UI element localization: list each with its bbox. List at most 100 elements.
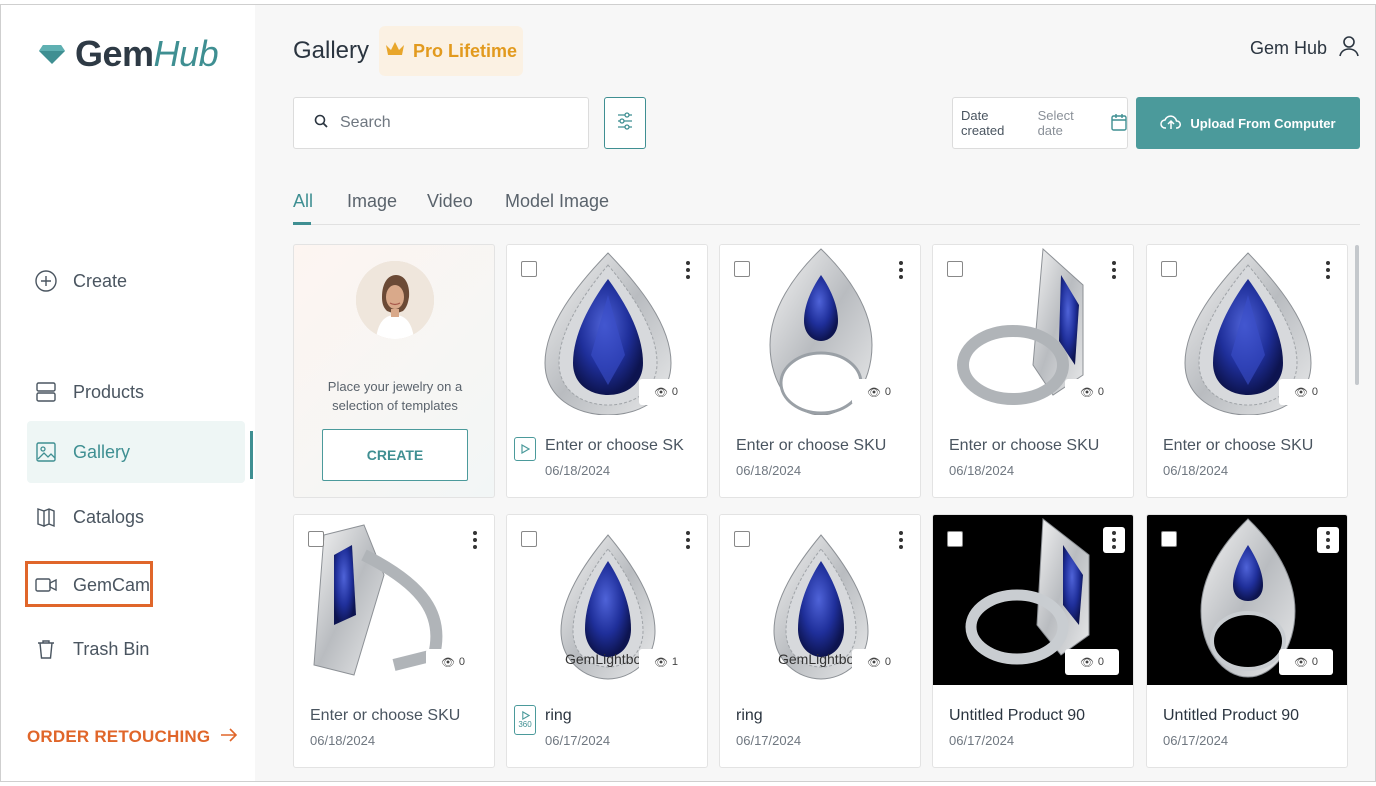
more-menu-icon[interactable]	[1317, 257, 1339, 283]
eye-icon: 👁	[866, 386, 881, 399]
card-title[interactable]: ring	[545, 707, 572, 725]
card-title[interactable]: Untitled Product 90	[949, 707, 1085, 725]
user-icon	[1339, 35, 1359, 62]
card-title[interactable]: Untitled Product 90	[1163, 707, 1299, 725]
more-menu-icon[interactable]	[677, 257, 699, 283]
sidebar-item-label: Create	[73, 270, 128, 291]
create-card-text-2: selection of templates	[332, 398, 458, 413]
card-date: 06/17/2024	[736, 733, 802, 748]
sidebar-item-trash[interactable]: Trash Bin	[27, 618, 245, 680]
sidebar-item-create[interactable]: Create	[27, 250, 245, 312]
view-count: 👁 0	[1065, 649, 1119, 675]
media-card[interactable]: 👁 0 Enter or choose SKU 06/18/2024	[932, 244, 1134, 498]
create-card-text-1: Place your jewelry on a	[327, 379, 463, 394]
card-date: 06/17/2024	[545, 733, 611, 748]
more-menu-icon[interactable]	[677, 527, 699, 553]
search-input[interactable]	[340, 114, 560, 132]
eye-icon: 👁	[440, 656, 455, 669]
view-count: 👁 1	[639, 649, 693, 675]
upload-button[interactable]: Upload From Computer	[1136, 97, 1360, 149]
date-label: Date created	[961, 108, 1005, 138]
products-icon	[35, 381, 57, 403]
crown-icon	[385, 41, 405, 62]
sidebar-item-gallery[interactable]: Gallery	[27, 421, 245, 483]
eye-icon: 👁	[1293, 656, 1308, 669]
sidebar: GemHub Create Products Gallery Catalogs …	[1, 5, 255, 781]
eye-icon: 👁	[653, 656, 668, 669]
calendar-icon[interactable]	[1111, 113, 1127, 134]
media-card[interactable]: 👁 0 Untitled Product 90 06/17/2024	[1146, 514, 1348, 768]
select-checkbox[interactable]	[947, 261, 963, 277]
book-icon	[35, 506, 57, 528]
view-count: 👁 0	[1279, 379, 1333, 405]
arrow-right-icon	[220, 727, 238, 747]
view-count: 👁 0	[426, 649, 480, 675]
create-button[interactable]: CREATE	[322, 429, 468, 481]
view-count: 👁 0	[852, 379, 906, 405]
media-tabs: All Image Video Model Image	[293, 191, 1360, 225]
more-menu-icon[interactable]	[1317, 527, 1339, 553]
user-name: Gem Hub	[1249, 38, 1327, 58]
card-title[interactable]: ring	[736, 707, 763, 725]
view-count: 👁 0	[852, 649, 906, 675]
select-checkbox[interactable]	[521, 531, 537, 547]
search-box[interactable]	[293, 97, 589, 149]
media-card[interactable]: 👁 0 Enter or choose SKU 06/18/2024	[1146, 244, 1348, 498]
search-icon	[314, 114, 328, 133]
select-checkbox[interactable]	[1161, 531, 1177, 547]
watermark: GemLightbox	[778, 651, 862, 667]
media-card[interactable]: GemLightbox 👁 0 ring 06/17/2024	[719, 514, 921, 768]
more-menu-icon[interactable]	[890, 257, 912, 283]
filter-button[interactable]	[604, 97, 646, 149]
media-card[interactable]: 👁 0 Enter or choose SKU 06/18/2024	[719, 244, 921, 498]
sidebar-item-catalogs[interactable]: Catalogs	[27, 486, 245, 548]
tab-image[interactable]: Image	[347, 191, 397, 212]
trash-icon	[35, 638, 57, 660]
brand-name-part2: Hub	[153, 33, 219, 74]
image-icon	[35, 441, 57, 463]
more-menu-icon[interactable]	[464, 527, 486, 553]
media-card[interactable]: 👁 0 Untitled Product 90 06/17/2024	[932, 514, 1134, 768]
select-checkbox[interactable]	[734, 261, 750, 277]
more-menu-icon[interactable]	[1103, 257, 1125, 283]
diamond-icon	[39, 45, 65, 64]
sidebar-item-products[interactable]: Products	[27, 361, 245, 423]
date-select[interactable]: Select date	[1038, 108, 1101, 138]
order-retouching-link[interactable]: ORDER RETOUCHING	[27, 727, 238, 747]
user-menu[interactable]: Gem Hub	[1250, 35, 1359, 62]
card-title[interactable]: Enter or choose SKU	[310, 707, 460, 725]
gemcam-highlight	[25, 561, 153, 607]
sliders-icon	[617, 111, 633, 135]
select-checkbox[interactable]	[308, 531, 324, 547]
tab-video[interactable]: Video	[427, 191, 473, 212]
card-title[interactable]: Enter or choose SK	[545, 437, 684, 455]
card-date: 06/17/2024	[949, 733, 1015, 748]
media-card[interactable]: 👁 0 Enter or choose SKU 06/18/2024	[293, 514, 495, 768]
select-checkbox[interactable]	[734, 531, 750, 547]
card-date: 06/18/2024	[1163, 463, 1229, 478]
media-card[interactable]: GemLightbox 👁 1 360 ring 06/17/2024	[506, 514, 708, 768]
sidebar-item-label: Catalogs	[73, 506, 145, 527]
card-date: 06/18/2024	[545, 463, 611, 478]
more-menu-icon[interactable]	[1103, 527, 1125, 553]
main-content: Gallery Pro Lifetime Gem Hub Date cr	[255, 5, 1375, 781]
pro-badge[interactable]: Pro Lifetime	[379, 26, 523, 76]
select-checkbox[interactable]	[521, 261, 537, 277]
date-filter[interactable]: Date created Select date	[952, 97, 1128, 149]
tab-model-image[interactable]: Model Image	[505, 191, 609, 212]
select-checkbox[interactable]	[1161, 261, 1177, 277]
upload-label: Upload From Computer	[1190, 115, 1336, 131]
pro-badge-label: Pro Lifetime	[412, 40, 518, 61]
card-title[interactable]: Enter or choose SKU	[949, 437, 1099, 455]
media-card[interactable]: 👁 0 Enter or choose SK 06/18/2024	[506, 244, 708, 498]
sidebar-item-label: Products	[73, 381, 145, 402]
create-template-card: Place your jewelry on a selection of tem…	[293, 244, 495, 498]
card-title[interactable]: Enter or choose SKU	[1163, 437, 1313, 455]
eye-icon: 👁	[653, 386, 668, 399]
logo[interactable]: GemHub	[39, 33, 219, 75]
card-title[interactable]: Enter or choose SKU	[736, 437, 886, 455]
scrollbar[interactable]	[1355, 245, 1359, 385]
select-checkbox[interactable]	[947, 531, 963, 547]
more-menu-icon[interactable]	[890, 527, 912, 553]
tab-all[interactable]: All	[293, 191, 313, 212]
